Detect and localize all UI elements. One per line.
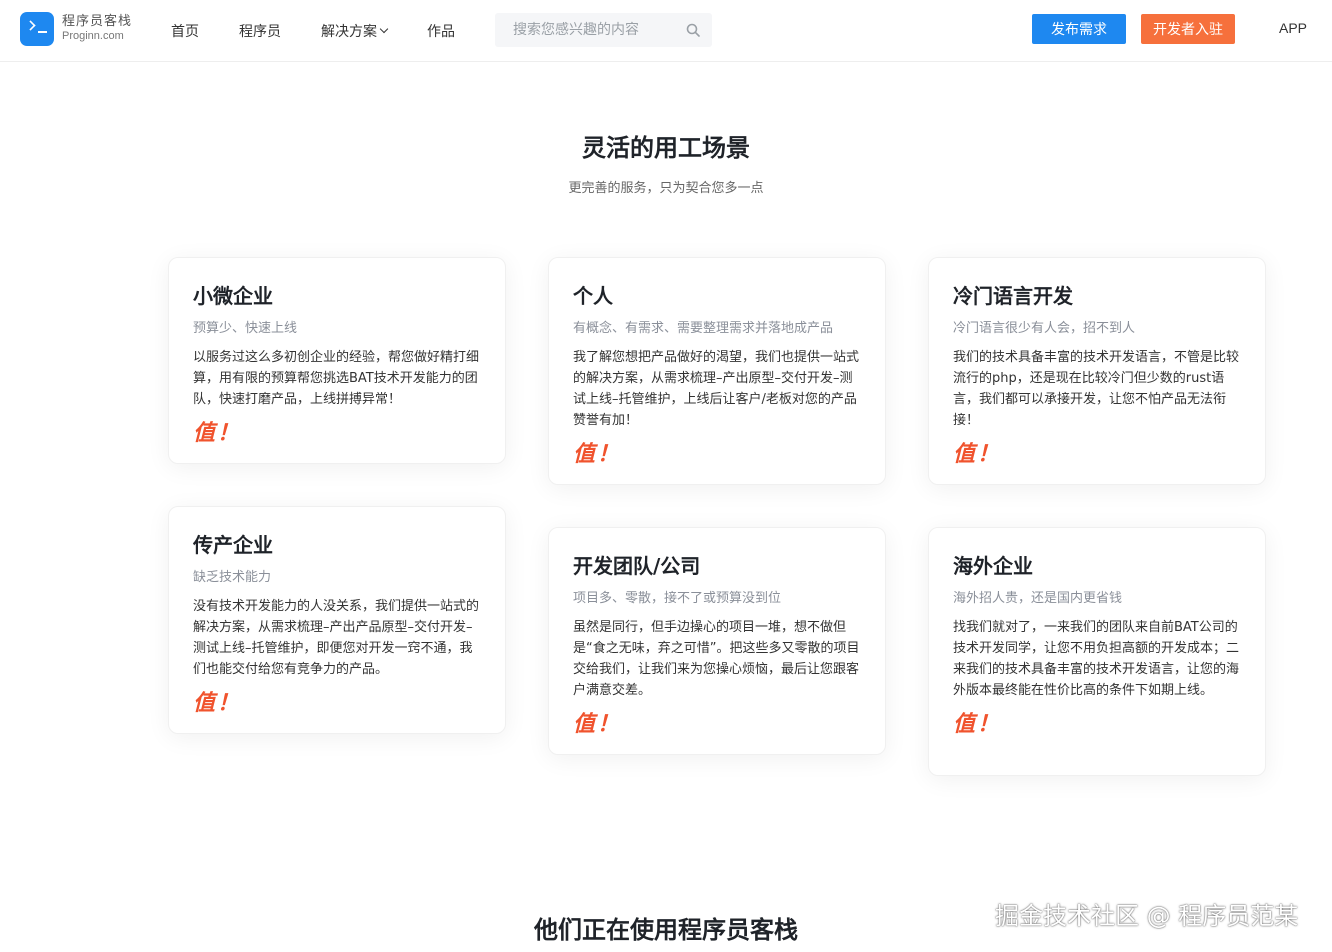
card-description: 以服务过这么多初创企业的经验，帮您做好精打细算，用有限的预算帮您挑选BAT技术开… — [193, 350, 480, 407]
logo-en: Proginn.com — [62, 30, 124, 42]
nav-home[interactable]: 首页 — [171, 21, 199, 41]
scenario-card-dev-team: 开发团队/公司 项目多、零散，接不了或预算没到位 虽然是同行，但手边操心的项目一… — [548, 527, 886, 755]
publish-request-button[interactable]: 发布需求 — [1032, 14, 1126, 44]
nav-solutions-label: 解决方案 — [321, 24, 377, 40]
scenario-card-traditional: 传产企业 缺乏技术能力 没有技术开发能力的人没关系，我们提供一站式的解决方案，从… — [168, 506, 506, 734]
card-subtitle: 预算少、快速上线 — [193, 321, 298, 336]
worth-badge: 值！ — [193, 421, 242, 446]
card-subtitle: 有概念、有需求、需要整理需求并落地成产品 — [573, 321, 834, 336]
worth-badge: 值！ — [573, 442, 622, 467]
developer-join-button[interactable]: 开发者入驻 — [1141, 14, 1235, 44]
card-subtitle: 缺乏技术能力 — [193, 570, 272, 585]
card-title: 个人 — [573, 284, 613, 308]
watermark: 掘金技术社区 @ 程序员范某 — [995, 902, 1299, 930]
card-description: 虽然是同行，但手边操心的项目一堆，想不做但是“食之无味，弃之可惜”。把这些多又零… — [573, 620, 860, 698]
site-logo[interactable]: 程序员客栈 Proginn.com — [20, 12, 132, 46]
top-header: 程序员客栈 Proginn.com 首页 程序员 解决方案 作品 发布需求 开发… — [0, 0, 1332, 62]
section-subtitle: 更完善的服务，只为契合您多一点 — [568, 181, 764, 196]
worth-badge: 值！ — [193, 691, 242, 716]
logo-cn: 程序员客栈 — [62, 14, 133, 29]
search-icon[interactable] — [686, 23, 700, 37]
scenario-card-niche-language: 冷门语言开发 冷门语言很少有人会，招不到人 我们的技术具备丰富的技术开发语言，不… — [928, 257, 1266, 485]
card-title: 小微企业 — [193, 284, 273, 308]
scenario-card-overseas: 海外企业 海外招人贵，还是国内更省钱 找我们就对了，一来我们的团队来自前BAT公… — [928, 527, 1266, 776]
card-subtitle: 项目多、零散，接不了或预算没到位 — [573, 591, 782, 606]
card-subtitle: 海外招人贵，还是国内更省钱 — [953, 591, 1123, 606]
logo-text: 程序员客栈 Proginn.com — [62, 15, 132, 43]
card-description: 我了解您想把产品做好的渴望，我们也提供一站式的解决方案，从需求梳理–产出原型–交… — [573, 350, 860, 428]
main-nav: 首页 程序员 解决方案 作品 — [171, 0, 495, 62]
card-title: 开发团队/公司 — [573, 554, 701, 578]
app-link[interactable]: APP — [1279, 20, 1307, 36]
card-description: 没有技术开发能力的人没关系，我们提供一站式的解决方案，从需求梳理–产出产品原型–… — [193, 599, 480, 677]
card-title: 海外企业 — [953, 554, 1033, 578]
nav-works[interactable]: 作品 — [427, 21, 455, 41]
scenario-card-individual: 个人 有概念、有需求、需要整理需求并落地成产品 我了解您想把产品做好的渴望，我们… — [548, 257, 886, 485]
section-title: 灵活的用工场景 — [582, 134, 750, 162]
scenario-card-small-business: 小微企业 预算少、快速上线 以服务过这么多初创企业的经验，帮您做好精打细算，用有… — [168, 257, 506, 464]
search-input[interactable] — [495, 13, 675, 47]
chevron-down-icon — [379, 24, 389, 34]
terminal-logo-icon — [20, 12, 54, 46]
worth-badge: 值！ — [573, 712, 622, 737]
nav-programmers[interactable]: 程序员 — [239, 21, 281, 41]
worth-badge: 值！ — [953, 442, 1002, 467]
worth-badge: 值！ — [953, 712, 1002, 737]
card-description: 我们的技术具备丰富的技术开发语言，不管是比较流行的php，还是现在比较冷门但少数… — [953, 350, 1240, 428]
card-description: 找我们就对了，一来我们的团队来自前BAT公司的技术开发同学，让您不用负担高额的开… — [953, 620, 1240, 698]
nav-solutions[interactable]: 解决方案 — [321, 21, 389, 41]
search-box — [495, 13, 712, 47]
card-title: 传产企业 — [193, 533, 273, 557]
card-subtitle: 冷门语言很少有人会，招不到人 — [953, 321, 1136, 336]
card-title: 冷门语言开发 — [953, 284, 1073, 308]
